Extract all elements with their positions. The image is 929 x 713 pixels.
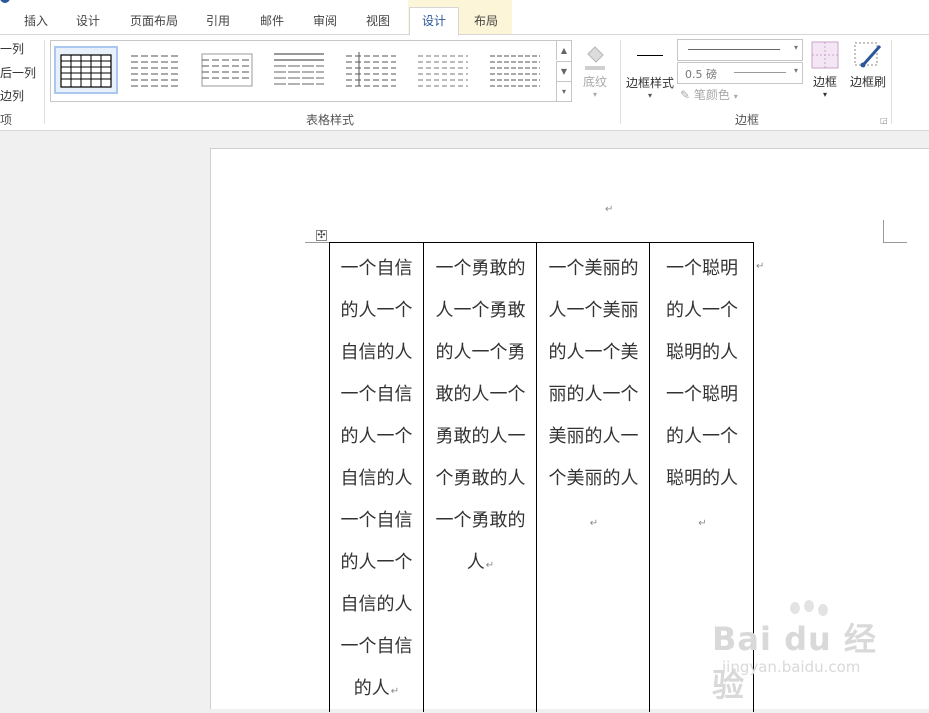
paw-icon bbox=[804, 600, 814, 612]
cell-text: 一个美丽的人一个美丽的人一个美丽的人一个美丽的人一个美丽的人 bbox=[548, 258, 639, 489]
table-column-border bbox=[649, 242, 650, 712]
pen-weight-line bbox=[734, 72, 786, 73]
borders-button[interactable]: 边框 ▾ bbox=[808, 40, 842, 99]
pen-weight-value: 0.5 磅 bbox=[685, 68, 717, 81]
pen-weight-select[interactable]: 0.5 磅 ▾ bbox=[677, 62, 803, 84]
group-label-borders: 边框 bbox=[735, 113, 760, 127]
borders-icon bbox=[811, 41, 839, 69]
pen-style-line bbox=[688, 49, 780, 50]
border-painter-button[interactable]: 边框刷 bbox=[847, 40, 889, 90]
group-separator bbox=[44, 40, 45, 124]
group-label-table-styles: 表格样式 bbox=[306, 113, 355, 127]
table-cell[interactable]: 一个聪明的人一个聪明的人一个聪明的人一个聪明的人 ↵ bbox=[662, 248, 742, 545]
ribbon: 插入 设计 页面布局 引用 邮件 审阅 视图 设计 布局 一列 后一列 边列 项 bbox=[0, 0, 929, 131]
tab-mailings[interactable]: 邮件 bbox=[250, 8, 294, 34]
gallery-more[interactable]: ▾ bbox=[556, 81, 571, 101]
table-style-plain-3[interactable] bbox=[269, 46, 333, 94]
tab-page-layout[interactable]: 页面布局 bbox=[122, 8, 186, 34]
line-style-icon bbox=[637, 55, 663, 56]
table-top-border bbox=[329, 242, 754, 243]
group-separator bbox=[620, 40, 621, 124]
paragraph-mark: ↵ bbox=[605, 204, 614, 215]
pen-color-button[interactable]: ✎ 笔颜色 ▾ bbox=[680, 86, 738, 103]
option-last-column[interactable]: 后一列 bbox=[0, 64, 36, 81]
table-column-border bbox=[536, 242, 537, 712]
ribbon-tab-bar: 插入 设计 页面布局 引用 邮件 审阅 视图 设计 布局 bbox=[0, 0, 929, 36]
border-styles-button[interactable]: 边框样式 ▾ bbox=[624, 42, 676, 100]
chevron-down-icon: ▾ bbox=[793, 43, 798, 52]
option-first-column[interactable]: 一列 bbox=[0, 40, 24, 57]
borders-label: 边框 bbox=[812, 75, 837, 89]
margin-crop-mark bbox=[883, 220, 884, 242]
paragraph-mark: ↵ bbox=[698, 518, 707, 529]
tab-review[interactable]: 审阅 bbox=[303, 8, 347, 34]
pen-icon: ✎ bbox=[680, 88, 691, 102]
border-painter-icon bbox=[854, 42, 882, 68]
chevron-down-icon: ▾ bbox=[822, 90, 827, 99]
dialog-launcher-icon[interactable]: ◲ bbox=[880, 116, 888, 125]
table-column-border bbox=[423, 242, 424, 712]
border-styles-label: 边框样式 bbox=[625, 76, 674, 90]
paw-icon bbox=[790, 602, 800, 614]
table-cell[interactable]: 一个勇敢的人一个勇敢的人一个勇敢的人一个勇敢的人一个勇敢的人一个勇敢的人↵ bbox=[431, 248, 530, 587]
app-icon bbox=[0, 0, 10, 3]
table-cell[interactable]: 一个美丽的人一个美丽的人一个美丽的人一个美丽的人一个美丽的人 ↵ bbox=[544, 248, 643, 545]
table-style-plain-5[interactable] bbox=[413, 46, 477, 94]
baidu-jingyan-watermark: Bai du 经验 jingyan.baidu.com bbox=[712, 600, 882, 704]
pen-color-label: 笔颜色 bbox=[693, 88, 730, 102]
pen-style-select[interactable]: ▾ bbox=[677, 39, 803, 61]
option-banded-columns[interactable]: 边列 bbox=[0, 87, 24, 104]
chevron-down-icon: ▾ bbox=[647, 91, 652, 100]
shading-button[interactable]: 底纹 ▾ bbox=[578, 42, 612, 99]
chevron-down-icon: ▾ bbox=[592, 90, 597, 99]
table-style-plain-2[interactable] bbox=[197, 46, 261, 94]
group-separator bbox=[891, 40, 892, 124]
group-label-style-options: 项 bbox=[0, 113, 13, 127]
watermark-url: jingyan.baidu.com bbox=[722, 658, 861, 676]
paragraph-mark: ↵ bbox=[390, 686, 400, 697]
tab-view[interactable]: 视图 bbox=[356, 8, 400, 34]
tab-references[interactable]: 引用 bbox=[196, 8, 240, 34]
cell-text: 一个聪明的人一个聪明的人一个聪明的人一个聪明的人 bbox=[666, 258, 738, 489]
tab-design[interactable]: 设计 bbox=[66, 8, 110, 34]
tab-insert[interactable]: 插入 bbox=[14, 8, 58, 34]
margin-crop-mark bbox=[883, 242, 907, 243]
table-cell[interactable]: 一个自信的人一个自信的人一个自信的人一个自信的人一个自信的人一个自信的人一个自信… bbox=[337, 248, 416, 713]
tab-table-layout[interactable]: 布局 bbox=[462, 8, 510, 34]
gallery-scroll-down[interactable]: ▼ bbox=[556, 61, 571, 81]
paint-bucket-icon bbox=[585, 46, 605, 70]
table-style-grid[interactable] bbox=[54, 46, 118, 94]
margin-crop-mark bbox=[305, 242, 329, 243]
table-style-plain-6[interactable] bbox=[485, 46, 549, 94]
table-column-border bbox=[329, 242, 330, 712]
cell-text: 一个勇敢的人一个勇敢的人一个勇敢的人一个勇敢的人一个勇敢的人一个勇敢的人 bbox=[435, 258, 526, 573]
shading-label: 底纹 bbox=[582, 75, 607, 89]
table-styles-gallery[interactable]: ▲ ▼ ▾ bbox=[50, 40, 572, 102]
chevron-down-icon: ▾ bbox=[793, 66, 798, 75]
cell-text: 一个自信的人一个自信的人一个自信的人一个自信的人一个自信的人一个自信的人一个自信… bbox=[340, 258, 413, 699]
table-move-handle-icon[interactable]: ✣ bbox=[316, 230, 327, 241]
tab-table-design[interactable]: 设计 bbox=[409, 7, 459, 36]
table-style-plain-4[interactable] bbox=[341, 46, 405, 94]
chevron-down-icon: ▾ bbox=[733, 92, 738, 101]
paragraph-mark: ↵ bbox=[485, 560, 495, 571]
table-style-plain-1[interactable] bbox=[126, 46, 190, 94]
border-painter-label: 边框刷 bbox=[849, 75, 886, 89]
paragraph-mark: ↵ bbox=[589, 518, 599, 529]
gallery-scroll-up[interactable]: ▲ bbox=[556, 41, 571, 60]
end-of-row-mark: ↵ bbox=[756, 261, 765, 272]
